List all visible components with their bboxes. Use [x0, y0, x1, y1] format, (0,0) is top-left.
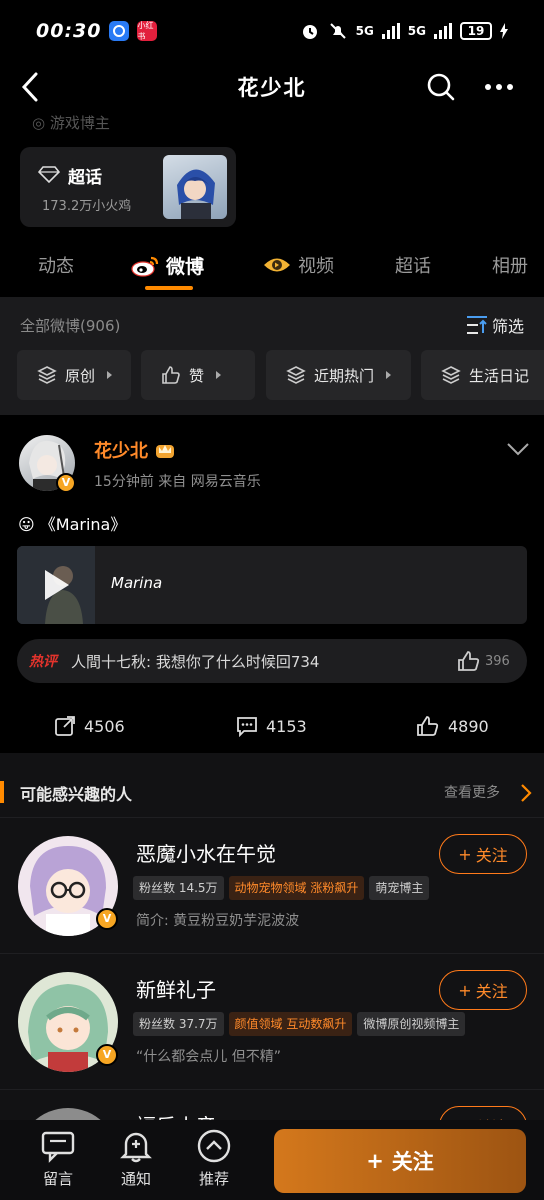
tag-fans: 粉丝数 14.5万: [133, 876, 224, 900]
tag-type: 微博原创视频博主: [357, 1012, 466, 1036]
recommended-user[interactable]: V 新鲜礼子 + 关注 粉丝数 37.7万 颜值领域 互动数飙升 微博原创视频博主…: [0, 953, 544, 1089]
status-bar: 00:30 小红书 5G 5G 19: [0, 0, 544, 62]
verified-badge: V: [56, 473, 76, 493]
tab-super-topic[interactable]: 超话: [395, 252, 431, 278]
video-eye-icon: [264, 258, 290, 272]
see-more-link[interactable]: 查看更多: [444, 782, 500, 802]
battery-indicator: 19: [460, 22, 492, 40]
like-button[interactable]: 4890: [416, 715, 489, 737]
signal-icon-2: [434, 23, 452, 39]
super-topic-label: 超话: [68, 168, 102, 188]
more-options-icon[interactable]: [484, 74, 514, 100]
user-tags: 粉丝数 14.5万 动物宠物领域 涨粉飙升 萌宠博主: [133, 876, 430, 900]
super-topic-card[interactable]: 超话 173.2万小火鸡: [20, 147, 236, 227]
music-card[interactable]: Marina: [17, 546, 527, 624]
signal-icon: [381, 23, 400, 39]
diamond-icon: [38, 166, 60, 183]
post-content: 😛 《Marina》: [18, 515, 127, 534]
notify-button[interactable]: 通知: [106, 1128, 166, 1198]
all-posts-count: 全部微博(906): [20, 317, 121, 335]
music-cover: [17, 546, 95, 624]
chip-original[interactable]: 原创: [17, 350, 131, 400]
recommended-title: 可能感兴趣的人: [20, 785, 133, 804]
recommended-header: 可能感兴趣的人 查看更多: [0, 767, 544, 817]
verified-badge: V: [96, 1044, 118, 1066]
main-follow-button[interactable]: + 关注: [274, 1129, 526, 1193]
chip-life-diary[interactable]: 生活日记: [421, 350, 544, 400]
status-time: 00:30: [36, 20, 102, 42]
tag-field: 动物宠物领域 涨粉飙升: [228, 876, 365, 900]
profile-tabs: 动态 微博 视频 超话 相册: [0, 240, 544, 290]
filter-section: 全部微博(906) 筛选 原创 赞 近期热门 生活日记: [0, 297, 544, 415]
filter-button[interactable]: 筛选: [466, 313, 524, 337]
recommended-user-name[interactable]: 新鲜礼子: [136, 974, 216, 1003]
thumbs-up-icon: [458, 651, 480, 671]
recommended-user[interactable]: V 恶魔小水在午觉 + 关注 粉丝数 14.5万 动物宠物领域 涨粉飙升 萌宠博主…: [0, 817, 544, 953]
network-5g-2: 5G: [407, 24, 426, 38]
super-topic-thumbnail: [163, 155, 227, 219]
weibo-icon: [131, 256, 159, 277]
music-title: Marina: [111, 574, 163, 592]
tag-type: 萌宠博主: [369, 876, 430, 900]
post-author-name[interactable]: 花少北: [94, 437, 176, 463]
recommended-user-name[interactable]: 恶魔小水在午觉: [136, 838, 276, 867]
chevron-up-circle-icon: [197, 1129, 231, 1163]
share-icon: [55, 716, 75, 736]
follow-button[interactable]: +关注: [439, 970, 527, 1010]
tag-fans: 粉丝数 37.7万: [133, 1012, 224, 1036]
thumbs-up-icon: [417, 716, 439, 736]
xiaohongshu-icon: 小红书: [137, 21, 158, 41]
message-button[interactable]: 留言: [28, 1128, 88, 1198]
top-nav-bar: 花少北: [0, 62, 544, 112]
layers-icon: [441, 366, 461, 384]
page-title: 花少北: [237, 76, 307, 100]
hot-comment-text: 人間十七秋: 我想你了什么时候回734: [71, 652, 320, 671]
layers-icon: [286, 366, 306, 384]
mute-icon: [329, 23, 346, 39]
recommend-button[interactable]: 推荐: [184, 1128, 244, 1198]
section-accent-bar: [0, 781, 4, 803]
app-notification-icon: [109, 21, 130, 41]
chevron-down-icon[interactable]: [506, 441, 530, 457]
comment-button[interactable]: 4153: [236, 715, 307, 737]
tag-field: 颜值领域 互动数飙升: [228, 1012, 353, 1036]
comment-icon: [237, 717, 257, 737]
sort-filter-icon: [467, 316, 487, 334]
charging-icon: [500, 23, 508, 39]
hot-comment-badge: 热评: [29, 654, 57, 670]
user-intro: 简介: 黄豆粉豆奶芋泥波波: [136, 913, 300, 929]
profile-category-faded: ◎ 游戏博主: [32, 114, 110, 130]
layers-icon: [37, 366, 57, 384]
section-divider: [0, 753, 544, 767]
user-intro: “什么都会点儿 但不精”: [136, 1049, 281, 1065]
network-5g-1: 5G: [355, 24, 374, 38]
plus-icon: +: [366, 1149, 384, 1173]
tab-feed[interactable]: 动态: [38, 252, 74, 278]
alarm-icon: [302, 25, 317, 39]
user-tags: 粉丝数 37.7万 颜值领域 互动数飙升 微博原创视频博主: [133, 1012, 466, 1036]
tab-album[interactable]: 相册: [492, 252, 528, 278]
follow-button[interactable]: +关注: [439, 834, 527, 874]
crown-badge-icon: [156, 445, 175, 458]
chip-liked[interactable]: 赞: [141, 350, 255, 400]
chip-recent-hot[interactable]: 近期热门: [266, 350, 411, 400]
message-bubble-icon: [41, 1131, 75, 1163]
bottom-action-bar: 留言 通知 推荐 + 关注: [0, 1120, 544, 1200]
weibo-post: V 花少北 15分钟前 来自 网易云音乐 😛 《Marina》 Marina 热…: [0, 415, 544, 753]
repost-button[interactable]: 4506: [54, 715, 125, 737]
bell-plus-icon: [120, 1132, 152, 1163]
active-tab-indicator: [145, 286, 193, 290]
super-topic-count: 173.2万小火鸡: [42, 199, 132, 214]
hot-comment[interactable]: 热评 人間十七秋: 我想你了什么时候回734 396: [17, 639, 527, 683]
hot-comment-like[interactable]: 396: [457, 650, 510, 672]
post-meta: 15分钟前 来自 网易云音乐: [94, 474, 261, 490]
verified-badge: V: [96, 908, 118, 930]
post-action-bar: 4506 4153 4890: [0, 713, 544, 743]
search-icon[interactable]: [426, 72, 456, 102]
thumbs-up-icon: [162, 366, 180, 384]
chevron-right-icon[interactable]: [520, 783, 532, 803]
tab-video[interactable]: 视频: [262, 252, 334, 278]
tab-weibo[interactable]: 微博: [130, 252, 204, 279]
